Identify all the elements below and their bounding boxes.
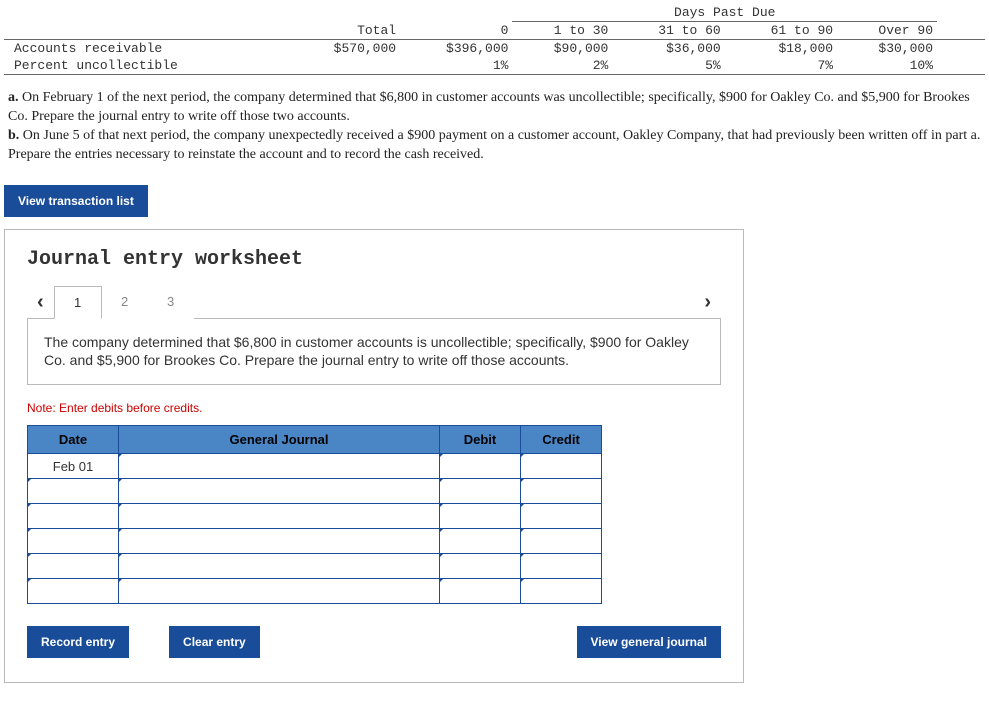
question-text: a. On February 1 of the next period, the…	[8, 89, 981, 165]
col-over90: Over 90	[837, 22, 937, 40]
row-pct-label: Percent uncollectible	[4, 57, 288, 74]
debit-cell[interactable]	[440, 454, 521, 479]
prev-arrow-icon[interactable]: ‹	[27, 285, 54, 318]
record-entry-button[interactable]: Record entry	[27, 626, 129, 658]
part-a-label: a.	[8, 90, 19, 105]
table-row	[28, 529, 602, 554]
tab-1[interactable]: 1	[54, 286, 102, 319]
col-1to30: 1 to 30	[512, 22, 612, 40]
tab-3[interactable]: 3	[148, 286, 194, 319]
worksheet-title: Journal entry worksheet	[27, 248, 721, 271]
header-general-journal: General Journal	[119, 426, 440, 454]
aging-table: Days Past Due Total 0 1 to 30 31 to 60 6…	[4, 4, 985, 74]
col-61to90: 61 to 90	[725, 22, 837, 40]
view-transaction-list-button[interactable]: View transaction list	[4, 185, 148, 217]
header-date: Date	[28, 426, 119, 454]
table-row	[28, 479, 602, 504]
gj-cell[interactable]	[119, 454, 440, 479]
journal-entry-table: Date General Journal Debit Credit Feb 01	[27, 425, 602, 604]
table-row	[28, 554, 602, 579]
table-row	[28, 579, 602, 604]
date-cell[interactable]: Feb 01	[28, 454, 119, 479]
tab-row: ‹ 1 2 3 ›	[27, 285, 721, 318]
row-ar-label: Accounts receivable	[4, 40, 288, 58]
clear-entry-button[interactable]: Clear entry	[169, 626, 260, 658]
view-general-journal-button[interactable]: View general journal	[577, 626, 721, 658]
aging-super-header: Days Past Due	[512, 4, 937, 22]
header-credit: Credit	[521, 426, 602, 454]
col-0: 0	[400, 22, 512, 40]
credit-cell[interactable]	[521, 454, 602, 479]
journal-entry-worksheet: Journal entry worksheet ‹ 1 2 3 › The co…	[4, 229, 744, 684]
note-text: Note: Enter debits before credits.	[27, 401, 721, 415]
table-row	[28, 504, 602, 529]
instruction-box: The company determined that $6,800 in cu…	[27, 318, 721, 386]
aging-schedule: Days Past Due Total 0 1 to 30 31 to 60 6…	[4, 4, 985, 75]
tab-2[interactable]: 2	[102, 286, 148, 319]
header-debit: Debit	[440, 426, 521, 454]
col-31to60: 31 to 60	[612, 22, 724, 40]
table-row: Feb 01	[28, 454, 602, 479]
next-arrow-icon[interactable]: ›	[694, 285, 721, 318]
col-total: Total	[288, 22, 400, 40]
part-b-label: b.	[8, 128, 19, 143]
